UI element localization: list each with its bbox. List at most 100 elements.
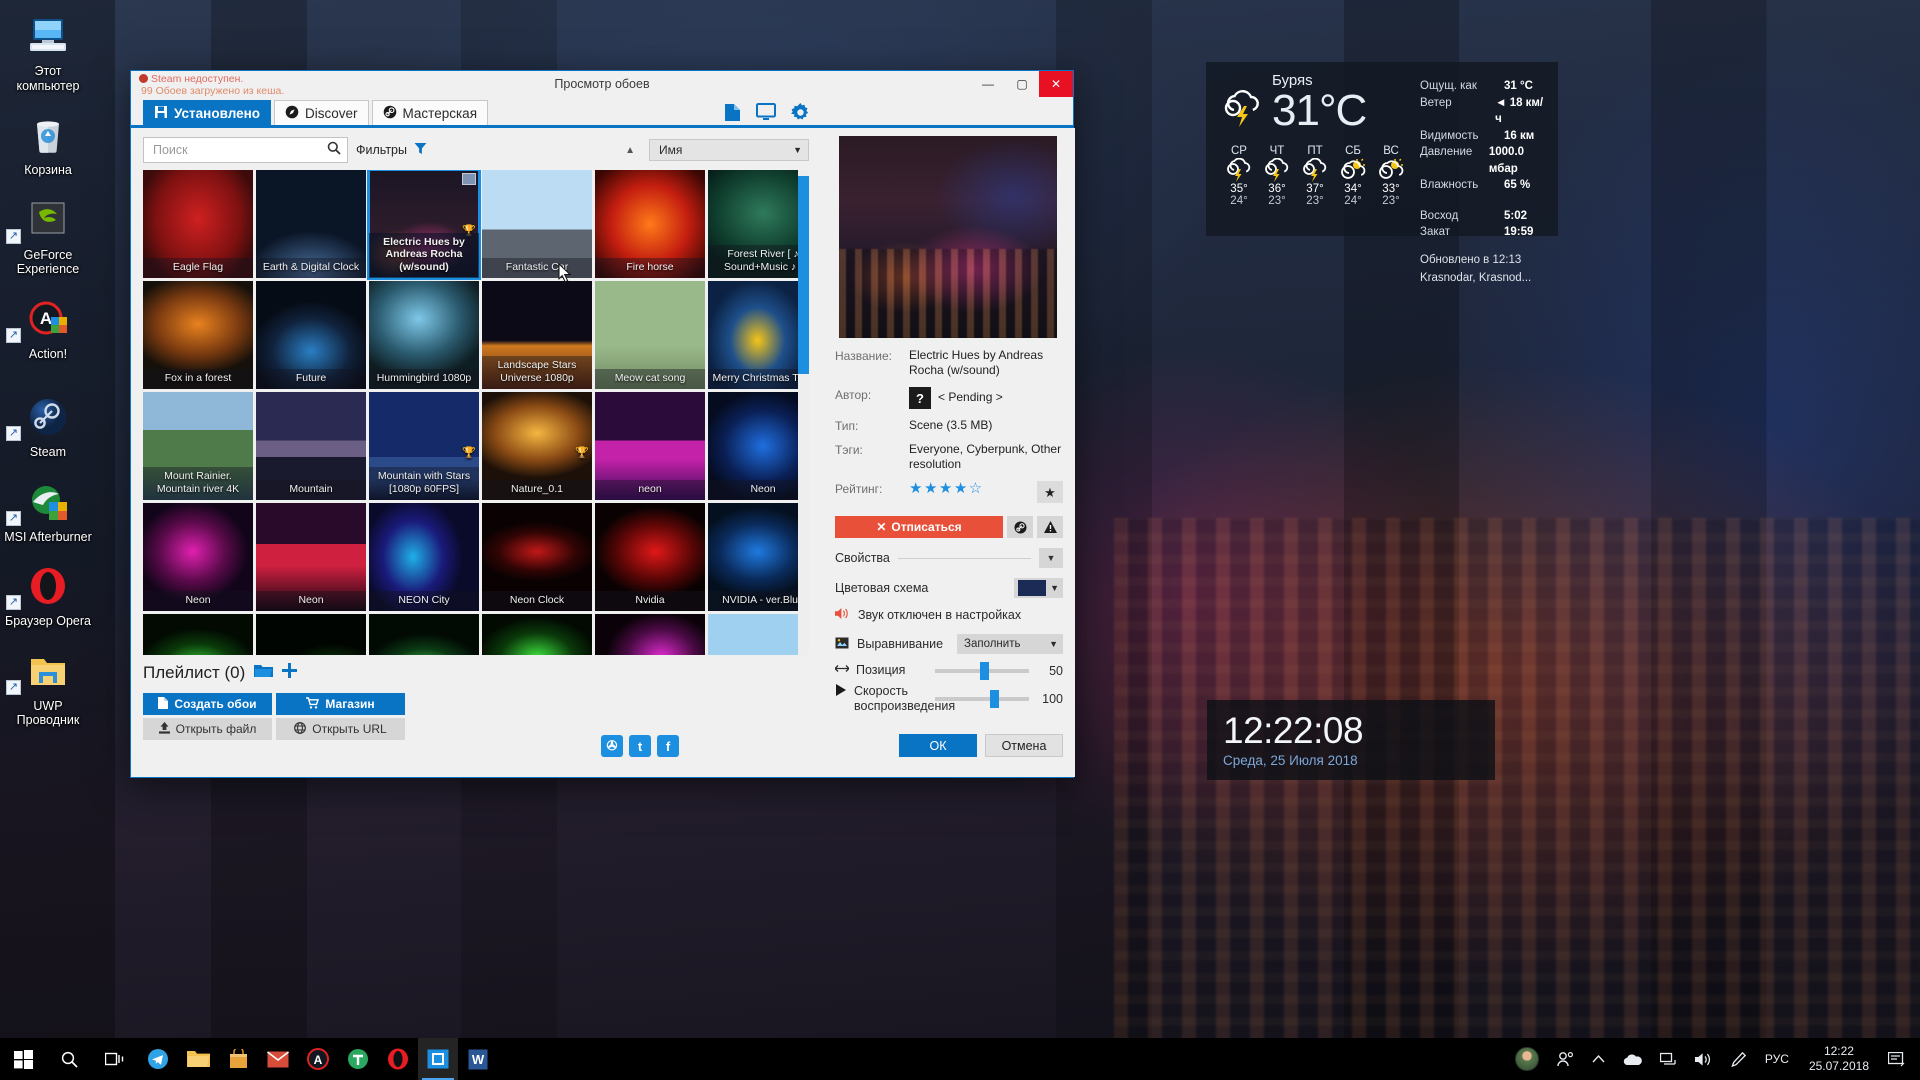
gear-icon[interactable]	[789, 101, 811, 123]
chevron-up-icon[interactable]: ▲	[625, 145, 641, 156]
wallpaper-thumbnail[interactable]	[369, 614, 479, 655]
tab-discover[interactable]: Discover	[274, 100, 369, 125]
clock-widget[interactable]: 12:22:08 Среда, 25 Июля 2018	[1207, 700, 1495, 780]
properties-dropdown-button[interactable]: ▼	[1039, 548, 1063, 568]
speed-slider-track[interactable]	[935, 690, 1029, 708]
alignment-dropdown[interactable]: Заполнить ▼	[957, 634, 1063, 654]
wallpaper-thumbnail[interactable]: Fire horse	[595, 170, 705, 278]
color-scheme-picker[interactable]: ▼	[1014, 578, 1063, 598]
open-steam-page-button[interactable]	[1007, 516, 1033, 538]
search-box[interactable]	[143, 137, 348, 163]
desktop-icon-opera[interactable]: ↗ Браузер Opera	[0, 556, 96, 633]
wallpaper-thumbnail[interactable]	[708, 614, 809, 655]
language-indicator[interactable]: РУС	[1755, 1052, 1799, 1066]
taskbar-app-wallpaper-engine[interactable]	[418, 1038, 458, 1080]
wallpaper-thumbnail[interactable]: Nvidia	[595, 503, 705, 611]
new-file-icon[interactable]	[721, 101, 743, 123]
wallpaper-thumbnail[interactable]: Earth & Digital Clock	[256, 170, 366, 278]
create-wallpaper-button[interactable]: Создать обои	[143, 693, 272, 715]
speed-slider-knob[interactable]	[989, 690, 999, 708]
taskbar-app-mail[interactable]	[258, 1038, 298, 1080]
taskbar-app-explorer[interactable]	[178, 1038, 218, 1080]
taskbar-app-action[interactable]: A	[298, 1038, 338, 1080]
tab-installed[interactable]: Установлено	[143, 100, 272, 125]
facebook-social-icon[interactable]: f	[657, 735, 679, 757]
steam-social-icon[interactable]: ✇	[601, 735, 623, 757]
wallpaper-thumbnail[interactable]: Mountain	[256, 392, 366, 500]
wallpaper-thumbnail[interactable]: 🏆 Electric Hues by Andreas Rocha (w/sound…	[367, 170, 481, 280]
action-center-icon[interactable]	[1879, 1051, 1914, 1067]
grid-scrollbar[interactable]	[798, 170, 809, 655]
wallpaper-thumbnail[interactable]: 🏆Forest River [ ♪ Sound+Music ♪ ]	[708, 170, 809, 278]
wallpaper-thumbnail[interactable]: NVIDIA - ver.Blue	[708, 503, 809, 611]
volume-icon[interactable]	[1686, 1052, 1722, 1067]
store-button[interactable]: Магазин	[276, 693, 405, 715]
wallpaper-thumbnail[interactable]: Fox in a forest	[143, 281, 253, 389]
wallpaper-thumbnail[interactable]	[143, 614, 253, 655]
ok-button[interactable]: ОК	[899, 734, 977, 757]
tab-workshop[interactable]: Мастерская	[371, 100, 489, 125]
position-slider-track[interactable]	[935, 661, 1029, 680]
task-view-icon[interactable]	[92, 1038, 138, 1080]
desktop-icon-geforce-experience[interactable]: ↗ GeForce Experience	[0, 190, 96, 281]
wallpaper-thumbnail[interactable]: Future	[256, 281, 366, 389]
folder-open-icon[interactable]	[254, 663, 274, 683]
search-icon[interactable]	[327, 141, 341, 160]
pen-icon[interactable]	[1722, 1051, 1755, 1067]
wallpaper-thumbnail[interactable]: Landscape Stars Universe 1080p	[482, 281, 592, 389]
network-icon[interactable]	[1651, 1052, 1686, 1067]
wallpaper-thumbnail[interactable]: Neon	[143, 503, 253, 611]
open-file-button[interactable]: Открыть файл	[143, 718, 272, 740]
weather-widget[interactable]: Буряs 31°C СР 35° 24° ЧТ 36° 23° ПТ 37° …	[1206, 62, 1558, 284]
taskbar-app-telegram[interactable]	[138, 1038, 178, 1080]
sort-dropdown[interactable]: Имя ▼	[649, 139, 809, 161]
wallpaper-thumbnail[interactable]: 🏆 Nature_0.1	[482, 392, 592, 500]
open-url-button[interactable]: Открыть URL	[276, 718, 405, 740]
show-hidden-icons-icon[interactable]	[1583, 1054, 1614, 1064]
wallpaper-thumbnail[interactable]: Merry Christmas Tree	[708, 281, 809, 389]
wallpaper-preview[interactable]	[839, 136, 1057, 338]
color-swatch[interactable]	[1018, 580, 1047, 596]
start-button[interactable]	[0, 1038, 46, 1080]
wallpaper-thumbnail[interactable]: NEON City	[369, 503, 479, 611]
rating-stars[interactable]: ★★★★☆	[909, 480, 984, 497]
search-input[interactable]	[153, 143, 327, 157]
report-button[interactable]	[1037, 516, 1063, 538]
favorite-button[interactable]: ★	[1037, 481, 1063, 503]
taskbar-app-opera[interactable]	[378, 1038, 418, 1080]
plus-icon[interactable]	[282, 663, 298, 683]
onedrive-icon[interactable]	[1614, 1053, 1651, 1066]
minimize-button[interactable]: —	[971, 71, 1005, 97]
wallpaper-thumbnail[interactable]: Eagle Flag	[143, 170, 253, 278]
taskbar-search-icon[interactable]	[46, 1038, 92, 1080]
filters-button[interactable]: Фильтры	[356, 142, 427, 158]
desktop-icon-uwp-explorer[interactable]: ↗ UWP Проводник	[0, 641, 96, 732]
desktop-icon-recycle-bin[interactable]: Корзина	[0, 105, 96, 182]
wallpaper-thumbnail[interactable]	[595, 614, 705, 655]
wallpaper-thumbnail[interactable]: 🏆 Mountain with Stars [1080p 60FPS]	[369, 392, 479, 500]
wallpaper-thumbnail[interactable]: Mount Rainier. Mountain river 4K	[143, 392, 253, 500]
wallpaper-thumbnail[interactable]	[256, 614, 366, 655]
wallpaper-thumbnail[interactable]: Neon	[708, 392, 809, 500]
avatar[interactable]	[1514, 1047, 1539, 1071]
close-button[interactable]: ✕	[1039, 71, 1073, 97]
monitor-icon[interactable]	[755, 101, 777, 123]
taskbar-clock[interactable]: 12:22 25.07.2018	[1799, 1044, 1879, 1074]
cancel-button[interactable]: Отмена	[985, 734, 1063, 757]
window-titlebar[interactable]: Steam недоступен. 99 Обоев загружено из …	[131, 71, 1073, 97]
maximize-button[interactable]: ▢	[1005, 71, 1039, 97]
people-icon[interactable]	[1547, 1051, 1583, 1067]
twitter-social-icon[interactable]: t	[629, 735, 651, 757]
desktop-icon-this-pc[interactable]: Этот компьютер	[0, 6, 96, 97]
wallpaper-thumbnail[interactable]: Meow cat song	[595, 281, 705, 389]
wallpaper-thumbnail[interactable]: Neon	[256, 503, 366, 611]
unsubscribe-button[interactable]: ✕ Отписаться	[835, 516, 1003, 538]
wallpaper-thumbnail[interactable]: Hummingbird 1080p	[369, 281, 479, 389]
taskbar-app-utorrent[interactable]	[338, 1038, 378, 1080]
taskbar-app-word[interactable]: W	[458, 1038, 498, 1080]
desktop-icon-msi-afterburner[interactable]: ↗ MSI Afterburner	[0, 472, 96, 549]
desktop-icon-action[interactable]: A ↗ Action!	[0, 289, 96, 366]
wallpaper-thumbnail[interactable]: Neon Clock	[482, 503, 592, 611]
wallpaper-thumbnail[interactable]: Fantastic Car	[482, 170, 592, 278]
desktop-icon-steam[interactable]: ↗ Steam	[0, 387, 96, 464]
